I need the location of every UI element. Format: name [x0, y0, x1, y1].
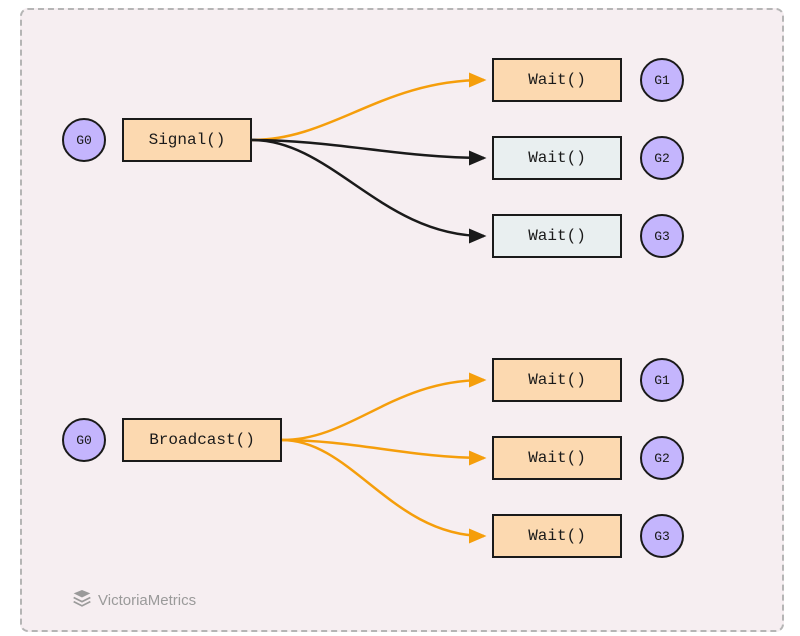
- signal-op-box: Signal(): [122, 118, 252, 162]
- watermark-text: VictoriaMetrics: [98, 592, 196, 609]
- broadcast-wait-box-1: Wait(): [492, 358, 622, 402]
- signal-arrow-2: [252, 140, 484, 158]
- signal-wait-goroutine-1: G1: [640, 58, 684, 102]
- signal-wait-box-3: Wait(): [492, 214, 622, 258]
- broadcast-wait-goroutine-1: G1: [640, 358, 684, 402]
- diagram-canvas: G0 Signal() Wait() G1 Wait() G2 Wait() G…: [20, 8, 784, 632]
- broadcast-source-goroutine: G0: [62, 418, 106, 462]
- broadcast-wait-goroutine-3: G3: [640, 514, 684, 558]
- broadcast-arrow-1: [282, 380, 484, 440]
- broadcast-op-box: Broadcast(): [122, 418, 282, 462]
- watermark: VictoriaMetrics: [72, 590, 196, 610]
- broadcast-wait-goroutine-2: G2: [640, 436, 684, 480]
- signal-wait-goroutine-3: G3: [640, 214, 684, 258]
- broadcast-arrow-2: [282, 440, 484, 458]
- signal-wait-box-1: Wait(): [492, 58, 622, 102]
- signal-source-goroutine: G0: [62, 118, 106, 162]
- broadcast-wait-box-3: Wait(): [492, 514, 622, 558]
- broadcast-wait-box-2: Wait(): [492, 436, 622, 480]
- signal-wait-goroutine-2: G2: [640, 136, 684, 180]
- signal-wait-box-2: Wait(): [492, 136, 622, 180]
- broadcast-arrow-3: [282, 440, 484, 536]
- signal-arrow-1: [252, 80, 484, 140]
- signal-arrow-3: [252, 140, 484, 236]
- watermark-logo-icon: [72, 590, 92, 610]
